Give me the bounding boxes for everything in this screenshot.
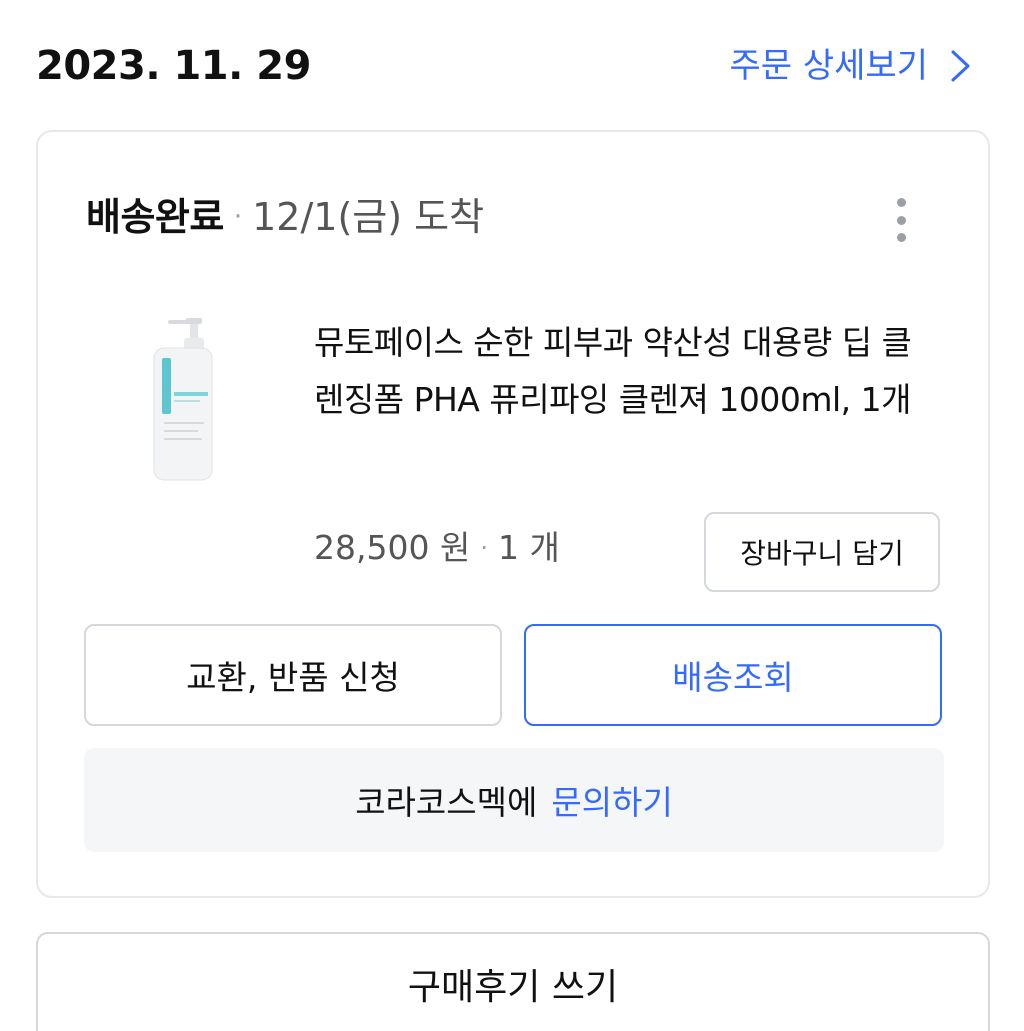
shipment-status-row: 배송완료 · 12/1(금) 도착 [86,190,484,244]
status-separator: · [233,202,243,232]
price-separator: · [480,534,488,562]
price-row: 28,500 원 · 1 개 [314,520,560,576]
order-date: 2023. 11. 29 [36,43,311,89]
order-card: 배송완료 · 12/1(금) 도착 뮤토페이스 순한 피부과 약산성 대용량 딥… [36,130,990,898]
product-quantity: 1 개 [497,528,560,567]
more-vertical-icon[interactable] [888,192,914,248]
menu-dot [896,198,906,207]
product-bottle-image[interactable] [134,318,246,482]
write-review-button[interactable]: 구매후기 쓰기 [36,932,990,1031]
menu-dot [896,215,906,225]
add-to-cart-button[interactable]: 장바구니 담기 [704,512,940,592]
exchange-return-button[interactable]: 교환, 반품 신청 [84,624,502,726]
inquiry-link[interactable]: 문의하기 [551,776,672,824]
chevron-right-icon [951,50,970,82]
menu-dot [896,233,906,242]
product-name[interactable]: 뮤토페이스 순한 피부과 약산성 대용량 딥 클렌징폼 PHA 퓨리파잉 클렌져… [314,314,934,428]
arrival-date: 12/1(금) 도착 [252,195,485,239]
track-delivery-button[interactable]: 배송조회 [524,624,942,726]
order-detail-link[interactable]: 주문 상세보기 [730,40,973,92]
seller-name: 코라코스멕에 [355,783,538,822]
seller-inquiry-bar: 코라코스멕에 문의하기 [84,748,944,852]
shipment-status: 배송완료 [86,195,224,239]
order-detail-label: 주문 상세보기 [729,46,929,86]
product-price: 28,500 원 [314,528,471,567]
